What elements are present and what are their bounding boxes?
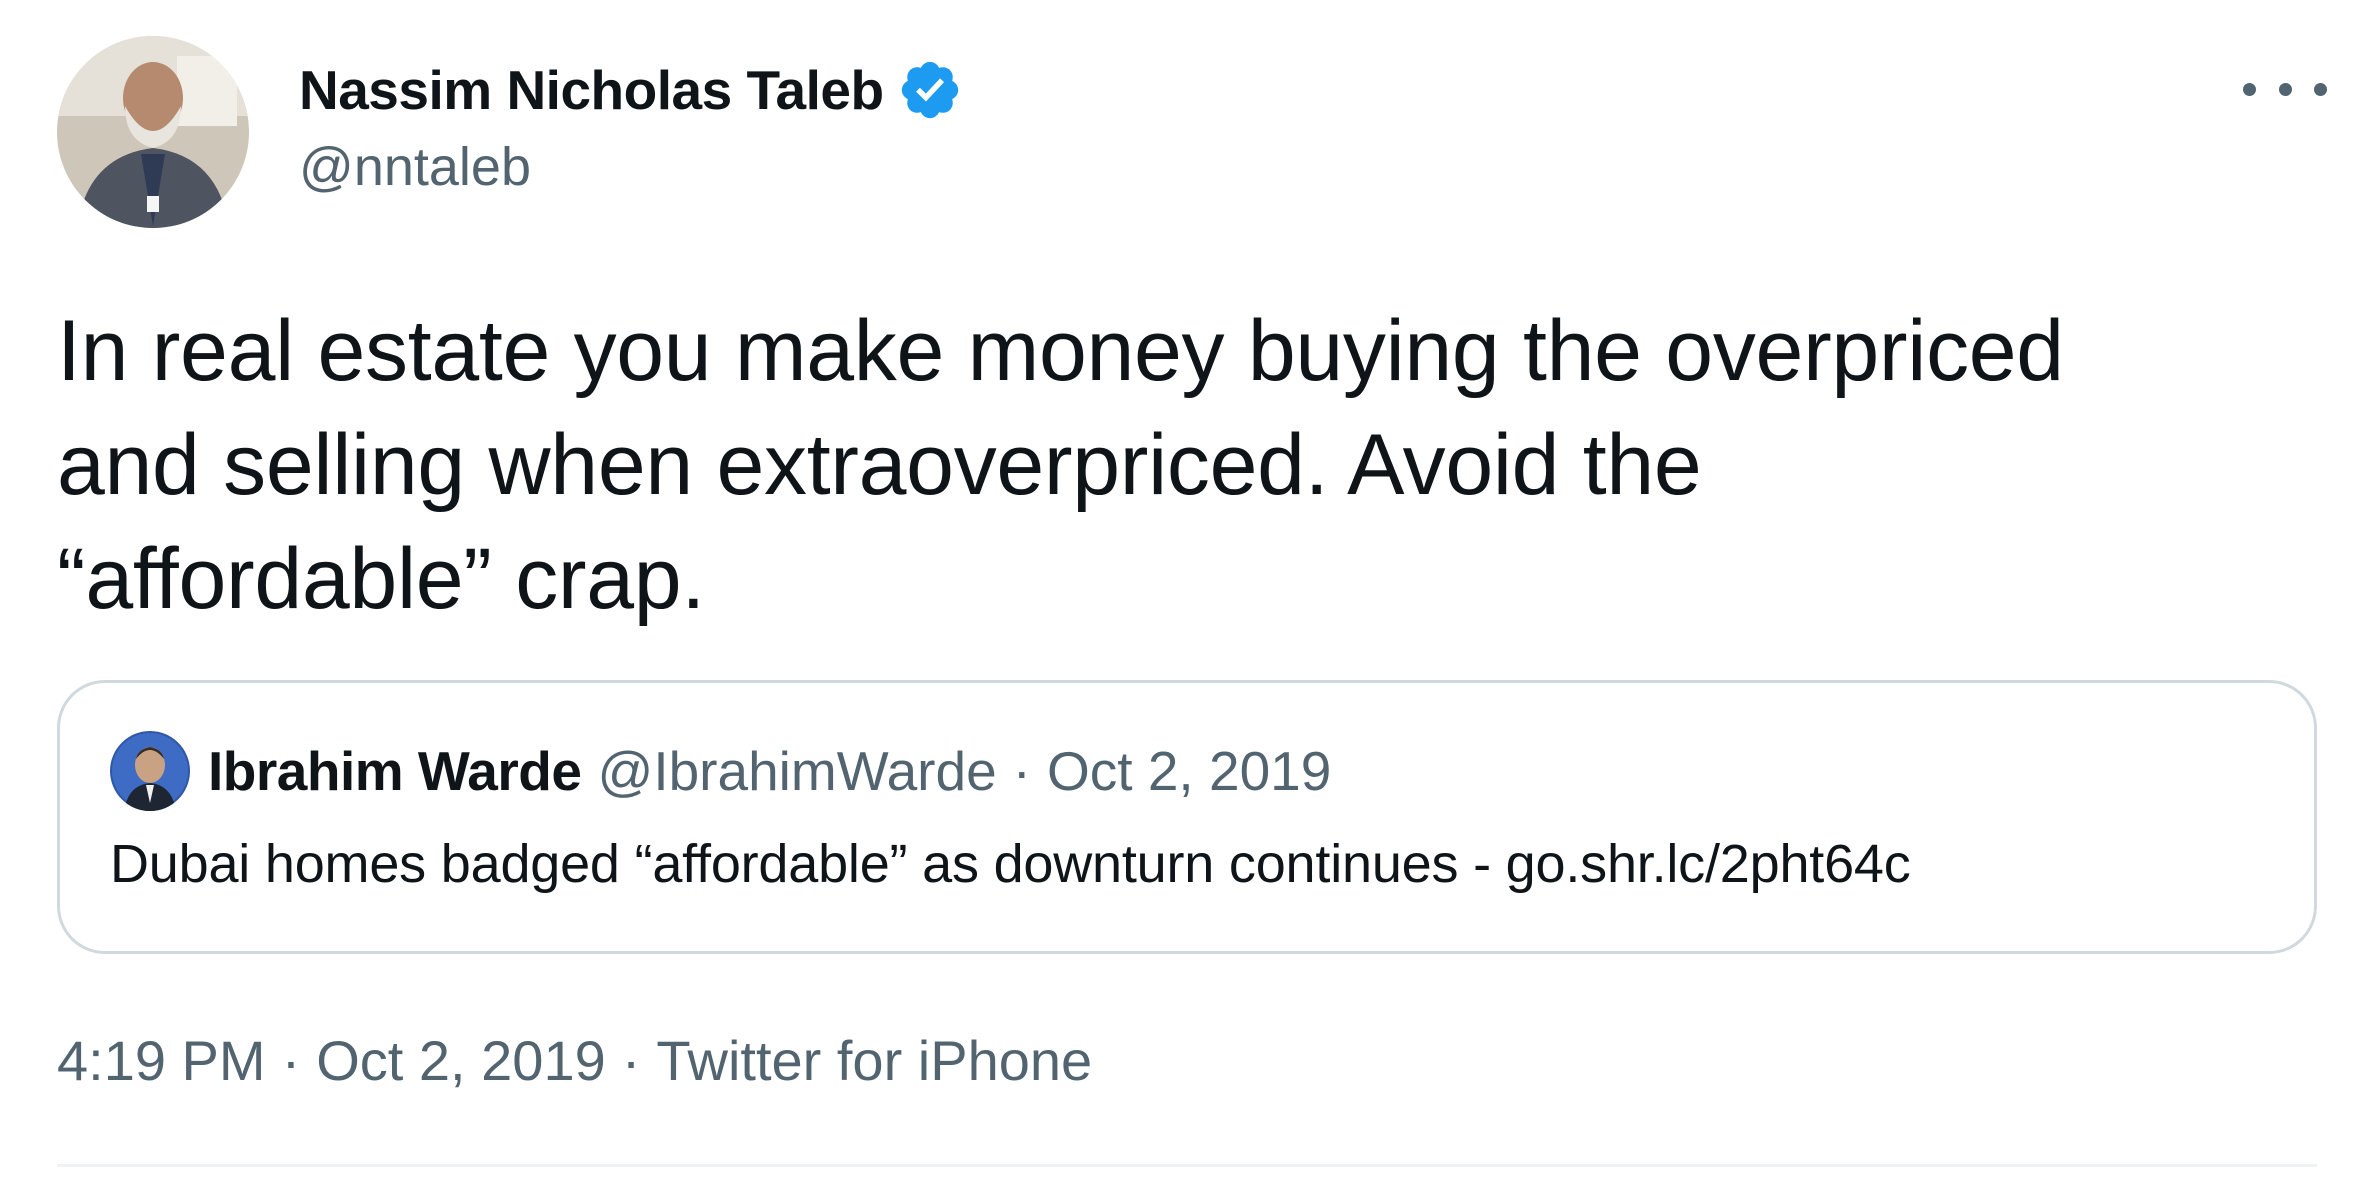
tweet-meta: 4:19 PM · Oct 2, 2019 · Twitter for iPho… <box>57 1022 1092 1098</box>
quoted-author-avatar <box>110 731 190 811</box>
tweet-text-line: and selling when extraoverpriced. Avoid … <box>57 417 1702 513</box>
tweet-source-link[interactable]: Twitter for iPhone <box>656 1028 1092 1093</box>
author-avatar-image <box>57 36 249 228</box>
meta-separator: · <box>281 1028 301 1092</box>
more-dot <box>2278 82 2292 96</box>
more-dot <box>2243 82 2256 96</box>
author-name[interactable]: Nassim Nicholas Taleb <box>299 58 884 122</box>
verified-badge-icon <box>897 57 963 123</box>
quoted-author-name: Ibrahim Warde <box>208 740 582 802</box>
author-handle[interactable]: @nntaleb <box>299 136 531 198</box>
tweet-text-line: In real estate you make money buying the… <box>57 303 2064 399</box>
more-dot <box>2314 82 2327 96</box>
tweet-time[interactable]: 4:19 PM <box>57 1028 266 1093</box>
quoted-author-handle: @IbrahimWarde <box>597 740 997 802</box>
tweet-text: In real estate you make money buying the… <box>57 294 2317 636</box>
quoted-separator: · <box>1012 740 1031 802</box>
tweet-date[interactable]: Oct 2, 2019 <box>316 1028 606 1093</box>
tweet-text-line: “affordable” crap. <box>57 531 705 627</box>
meta-separator: · <box>621 1028 641 1092</box>
quoted-author-avatar-image <box>110 731 190 811</box>
quoted-tweet-text: Dubai homes badged “affordable” as downt… <box>110 834 1911 894</box>
more-options-icon[interactable] <box>2243 72 2327 106</box>
quoted-tweet-card[interactable]: Ibrahim Warde @IbrahimWarde · Oct 2, 201… <box>57 680 2317 954</box>
quoted-tweet-header: Ibrahim Warde @IbrahimWarde · Oct 2, 201… <box>208 735 1331 807</box>
tweet: Nassim Nicholas Taleb @nntaleb In real e… <box>0 0 2367 1196</box>
quoted-tweet-date: Oct 2, 2019 <box>1047 740 1332 802</box>
divider <box>57 1164 2317 1167</box>
author-avatar[interactable] <box>57 36 249 228</box>
author-name-row: Nassim Nicholas Taleb <box>299 52 963 128</box>
